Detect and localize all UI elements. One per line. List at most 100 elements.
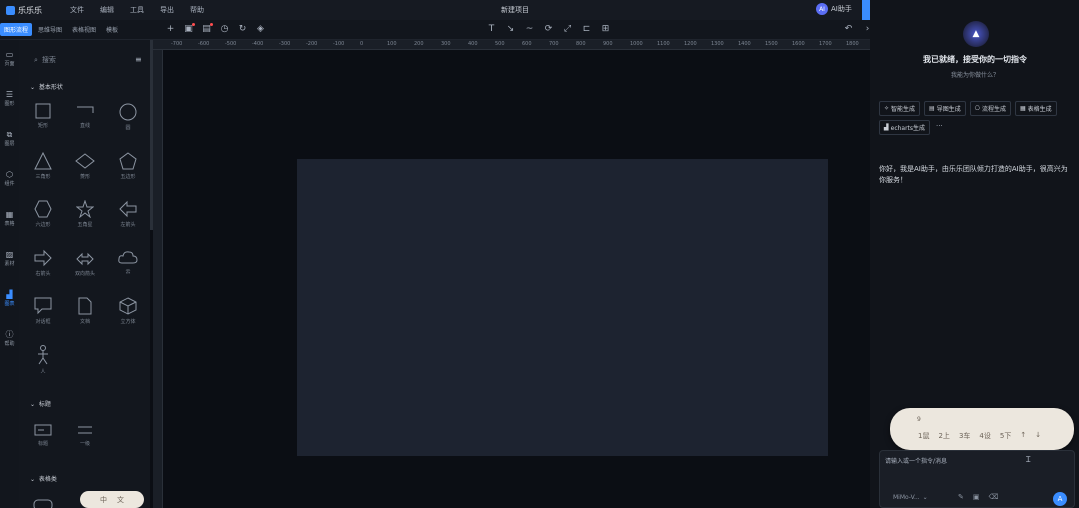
menu-edit[interactable]: 编辑 <box>92 5 122 15</box>
ai-assistant-button[interactable]: AI AI助手 <box>816 3 852 15</box>
chip-smart-generate[interactable]: ✧ 智能生成 <box>879 101 921 116</box>
send-button[interactable]: A <box>1053 492 1067 506</box>
shape-document[interactable]: 文档 <box>70 297 100 325</box>
rail-item-layers[interactable]: ⧉ 图层 <box>0 130 19 147</box>
rail-item-components[interactable]: ⬡ 组件 <box>0 170 19 187</box>
candidate-item[interactable]: 1鼠 <box>918 431 929 441</box>
menu-file[interactable]: 文件 <box>62 5 92 15</box>
flow-icon: ⎔ <box>974 105 980 112</box>
rail-item-assets[interactable]: ▨ 素材 <box>0 250 19 267</box>
page-up-button[interactable]: ↑ <box>1020 431 1026 441</box>
save-icon[interactable]: ▣ <box>183 23 195 35</box>
menu-bar: 乐乐乐 文件 编辑 工具 导出 帮助 <box>0 0 870 20</box>
menu-export[interactable]: 导出 <box>152 5 182 15</box>
shape-heading-level1[interactable]: 一级 <box>70 423 100 447</box>
canvas-page[interactable] <box>297 159 828 456</box>
shape-cloud[interactable]: 云 <box>113 249 143 275</box>
model-selector[interactable]: MiMo-V... ⌄ <box>893 494 928 501</box>
tab-table[interactable]: 表格视图 <box>68 23 100 36</box>
candidate-item[interactable]: 4设 <box>979 431 990 441</box>
ruler-tick-label: 800 <box>576 41 586 47</box>
undo-icon[interactable]: ↶ <box>843 24 854 35</box>
shape-rounded-rect[interactable] <box>28 494 58 508</box>
section-title-shapes[interactable]: ⌄ 标题 <box>30 399 51 408</box>
rotate-icon[interactable]: ⟳ <box>543 24 554 35</box>
shape-double-arrow[interactable]: 双向箭头 <box>70 249 100 277</box>
candidate-item[interactable]: 3车 <box>959 431 970 441</box>
tab-flowchart[interactable]: 图形流程 <box>0 23 33 36</box>
add-icon[interactable]: + <box>165 24 176 35</box>
more-actions-button[interactable]: ··· <box>934 120 945 135</box>
section-basic-shapes[interactable]: ⌄ 基本形状 <box>30 82 63 91</box>
shape-diamond[interactable]: 菱形 <box>70 152 100 180</box>
shape-heading[interactable]: 标题 <box>28 423 58 447</box>
ruler-horizontal: -700 -600 -500 -400 -300 -200 -100 0 100 200 300 40… <box>153 40 870 50</box>
shape-line[interactable]: 直线 <box>70 103 100 129</box>
section-table-shapes[interactable]: ⌄ 表格类 <box>30 474 57 483</box>
rail-item-charts[interactable]: ▟ 图表 <box>0 290 19 307</box>
rail-label: 页面 <box>4 61 15 67</box>
fill-icon[interactable]: ◈ <box>255 24 266 35</box>
chat-input[interactable]: 请输入或一个指令/消息 <box>885 456 947 465</box>
search-input[interactable]: 搜索 <box>42 55 56 65</box>
link-icon[interactable]: ⤢ <box>562 24 573 35</box>
ruler-tick-label: 1200 <box>684 41 697 47</box>
shape-rectangle[interactable]: 矩形 <box>28 103 58 129</box>
clear-icon[interactable]: ⌫ <box>989 493 999 501</box>
grid-icon[interactable]: ⊞ <box>600 24 611 35</box>
rail-item-table[interactable]: ▦ 表格 <box>0 210 19 227</box>
menu-tools[interactable]: 工具 <box>122 5 152 15</box>
crop-icon[interactable]: ⊏ <box>581 24 592 35</box>
shape-label: 标题 <box>37 441 48 447</box>
rail-item-shapes[interactable]: ☰ 图形 <box>0 90 19 107</box>
shape-triangle[interactable]: 三角形 <box>28 152 58 180</box>
chip-echarts-generate[interactable]: ▟ echarts生成 <box>879 120 931 135</box>
menu-help[interactable]: 帮助 <box>182 5 212 15</box>
edit-icon[interactable]: ✎ <box>958 493 964 501</box>
app-logo[interactable]: 乐乐乐 <box>0 5 60 16</box>
file-icon[interactable]: ▤ <box>201 23 213 35</box>
redo-icon[interactable]: ↻ <box>237 24 248 35</box>
help-icon: ⓘ <box>5 330 14 339</box>
shape-left-arrow[interactable]: 左箭头 <box>113 200 143 228</box>
document-title[interactable]: 新建项目 <box>490 5 540 15</box>
chip-flow-generate[interactable]: ⎔ 流程生成 <box>969 101 1011 116</box>
rail-label: 图表 <box>4 301 15 307</box>
section-title: 基本形状 <box>38 84 63 91</box>
shape-star[interactable]: 五角星 <box>70 200 100 228</box>
shape-cube[interactable]: 立方体 <box>113 297 143 325</box>
rail-label: 帮助 <box>4 341 15 347</box>
attach-icon[interactable]: ▣ <box>973 493 980 501</box>
panel-toggle-button[interactable] <box>862 0 870 20</box>
rail-label: 组件 <box>4 181 15 187</box>
shape-circle[interactable]: 圆 <box>113 103 143 131</box>
shape-person[interactable]: 人 <box>28 345 58 375</box>
tab-template[interactable]: 模板 <box>102 23 122 36</box>
ruler-tick-label: 500 <box>495 41 505 47</box>
connector-icon[interactable]: ~ <box>524 24 535 35</box>
ai-message: 你好，我是AI助手，由乐乐团队倾力打造的AI助手，很高兴为你服务！ <box>879 165 1068 184</box>
rail-item-pages[interactable]: ▭ 页面 <box>0 50 19 67</box>
ruler-tick-label: 1800 <box>846 41 859 47</box>
rail-item-help[interactable]: ⓘ 帮助 <box>0 330 19 347</box>
library-search[interactable]: ⌕ 搜索 <box>34 55 56 65</box>
candidate-item[interactable]: 5下 <box>1000 431 1011 441</box>
shape-pentagon[interactable]: 五边形 <box>113 152 143 180</box>
ai-panel-subtitle: 我能为你做什么？ <box>950 72 999 79</box>
candidate-item[interactable]: 2上 <box>938 431 949 441</box>
page-down-button[interactable]: ↓ <box>1035 431 1041 441</box>
ime-indicator[interactable]: 中 文 <box>80 491 144 508</box>
tab-mindmap[interactable]: 思维导图 <box>34 23 66 36</box>
ruler-tick-label: 100 <box>387 41 397 47</box>
shape-label: 双向箭头 <box>74 271 95 277</box>
history-icon[interactable]: ◷ <box>219 24 230 35</box>
chip-table-generate[interactable]: ▦ 表格生成 <box>1015 101 1057 116</box>
text-icon[interactable]: T <box>486 24 497 35</box>
shape-callout[interactable]: 对话框 <box>28 297 58 325</box>
shape-right-arrow[interactable]: 右箭头 <box>28 249 58 277</box>
left-rail: ▭ 页面 ☰ 图形 ⧉ 图层 ⬡ 组件 ▦ 表格 ▨ 素材 ▟ 图表 ⓘ 帮助 <box>0 40 19 508</box>
line-icon[interactable]: ↘ <box>505 24 516 35</box>
shape-hexagon[interactable]: 六边形 <box>28 200 58 228</box>
chip-mindmap-generate[interactable]: ▤ 导图生成 <box>924 101 966 116</box>
menu-icon[interactable]: ≡ <box>135 55 142 64</box>
